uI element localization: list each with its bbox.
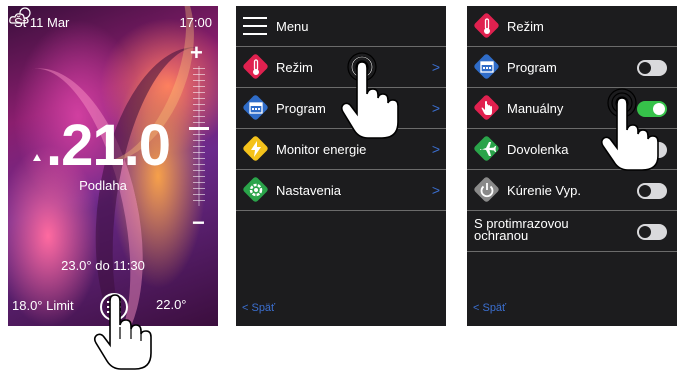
limit-label: 18.0° Limit [12,298,74,313]
mode-item-label: Program [507,60,557,75]
back-button[interactable]: < Späť [473,302,506,314]
tap-gesture-icon [340,52,399,139]
home-screen: Št 11 Mar 17:00 + − .21.0 Podlaha 23.0° … [8,6,218,326]
tap-gesture-icon [93,294,152,370]
program-toggle[interactable] [637,60,667,76]
heating-off-toggle[interactable] [637,183,667,199]
frost-protection-toggle[interactable] [637,224,667,240]
lightning-icon [242,135,269,162]
menu-item-label: Monitor energie [276,142,367,157]
thermometer-icon [242,53,269,80]
mode-title: Režim [507,19,544,34]
increase-button[interactable]: + [190,40,203,66]
menu-item-nastavenia[interactable]: Nastavenia > [236,170,446,211]
chevron-right-icon: > [431,100,440,116]
schedule-label: 23.0° do 11:30 [61,258,145,273]
back-button[interactable]: < Späť [242,302,275,314]
mode-item-label: Manuálny [507,101,564,116]
chevron-right-icon: > [431,59,440,75]
calendar-icon [473,53,500,80]
menu-title: Menu [276,19,309,34]
gear-icon [242,176,269,203]
current-temperature: .21.0 [46,113,171,178]
menu-header: Menu [236,6,446,47]
tap-gesture-icon [600,88,659,171]
menu-item-label: Režim [276,60,313,75]
mode-item-label: Dovolenka [507,142,569,157]
menu-item-label: Nastavenia [276,183,342,198]
setpoint-label: 22.0° [156,297,187,312]
calendar-icon [242,94,269,121]
temperature-slider-thumb[interactable] [189,127,209,130]
chevron-right-icon: > [431,141,440,157]
sensor-label: Podlaha [79,178,127,193]
thermometer-icon [473,12,500,39]
clock-label: 17:00 [179,15,212,30]
menu-item-label: Program [276,101,326,116]
hamburger-icon [243,17,267,35]
heating-indicator-icon [33,154,41,161]
mode-item-program[interactable]: Program [467,47,677,88]
mode-header: Režim [467,6,677,47]
hand-icon [473,94,500,121]
mode-item-frost-protection[interactable]: S protimrazovou ochranou [467,211,677,252]
mode-item-label: S protimrazovou ochranou [474,216,569,243]
power-icon [473,176,500,203]
date-label: Št 11 Mar [14,15,70,30]
mode-item-label: Kúrenie Vyp. [507,183,581,198]
airplane-icon [473,135,500,162]
decrease-button[interactable]: − [192,210,205,236]
chevron-right-icon: > [431,182,440,198]
